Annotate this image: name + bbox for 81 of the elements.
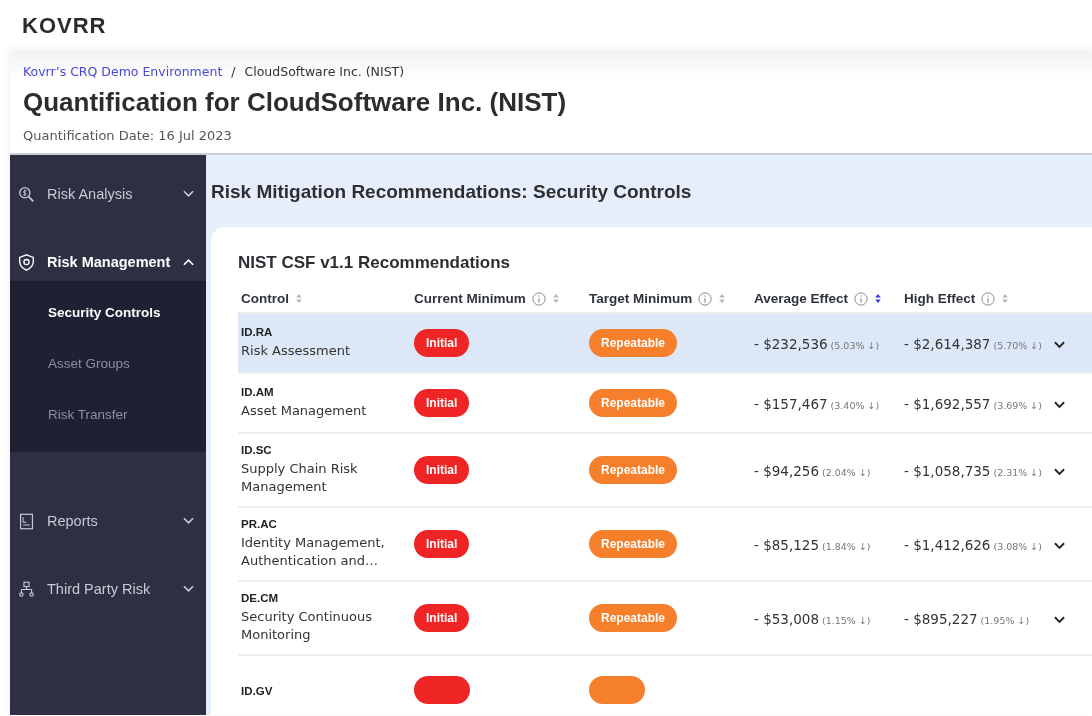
table-row[interactable]: DE.CM Security Continuous Monitoring Initial Repeatable - $53,008 (1.15% ↓) - $895,227 (1.95% ↓) (238, 582, 1092, 656)
maturity-badge: Initial (414, 456, 470, 484)
sidebar-item[interactable]: Reports (10, 502, 206, 540)
control-code: PR.AC (241, 517, 278, 530)
chevron-down-icon[interactable] (1054, 615, 1065, 624)
average-effect-value: - $157,467 (754, 395, 828, 412)
maturity-badge: Initial (414, 604, 470, 632)
network-icon (18, 580, 35, 598)
chevron-down-icon[interactable] (1054, 541, 1065, 550)
breadcrumb-separator: / (231, 64, 236, 79)
control-code: ID.SC (241, 443, 273, 456)
control-code: ID.GV (241, 684, 274, 697)
control-name: Supply Chain Risk Management (241, 459, 359, 496)
maturity-badge: Initial (414, 389, 470, 417)
high-effect-value: - $1,692,557 (904, 395, 991, 412)
column-header[interactable]: Current Minimum (414, 291, 589, 306)
average-effect-value: - $53,008 (754, 610, 819, 627)
table-row[interactable]: ID.GV (238, 656, 1092, 715)
company-logo: KOVRR (22, 13, 107, 39)
high-effect-value: - $1,412,626 (904, 536, 991, 553)
chevron-down-icon[interactable] (1054, 467, 1065, 476)
column-header[interactable]: Target Minimum (589, 291, 754, 306)
table-row[interactable]: ID.AM Asset Management Initial Repeatable - $157,467 (3.40% ↓) - $1,692,557 (3.69% ↓) (238, 374, 1092, 434)
breadcrumb-link[interactable]: Kovrr’s CRQ Demo Environment (23, 64, 223, 79)
sidebar-item[interactable]: Third Party Risk (10, 570, 206, 608)
chevron-down-icon (183, 517, 194, 525)
table-row[interactable]: PR.AC Identity Management, Authentication and… Initial Repeatable - $85,125 (1.84% ↓) - $1,412,626 (3.08% ↓) (238, 508, 1092, 582)
control-code: DE.CM (241, 591, 280, 604)
column-header[interactable]: High Effect (904, 291, 1054, 306)
chevron-up-icon (183, 258, 194, 266)
control-name: Identity Management, Authentication and… (241, 533, 386, 570)
percent-change: (1.15% ↓) (822, 614, 871, 626)
percent-change: (2.04% ↓) (822, 466, 871, 478)
chevron-down-icon (183, 190, 194, 198)
page-title: Quantification for CloudSoftware Inc. (NIST) (23, 87, 568, 118)
high-effect-value: - $2,614,387 (904, 335, 991, 352)
control-code: ID.RA (241, 325, 274, 338)
average-effect-value: - $94,256 (754, 462, 819, 479)
percent-change: (3.40% ↓) (830, 399, 880, 411)
maturity-badge: Initial (414, 530, 470, 558)
percent-change: (3.69% ↓) (993, 399, 1043, 411)
sort-icon[interactable] (874, 293, 883, 304)
control-code: ID.AM (241, 385, 275, 398)
shield-icon (18, 253, 35, 271)
sidebar-item[interactable]: Risk Analysis (10, 175, 206, 213)
maturity-badge: Repeatable (589, 389, 678, 417)
percent-change: (1.84% ↓) (822, 540, 871, 552)
high-effect-value: - $1,058,735 (904, 462, 991, 479)
maturity-badge: Initial (414, 329, 470, 357)
section-title: Risk Mitigation Recommendations: Security Controls (211, 181, 693, 203)
control-name: Risk Assessment (241, 341, 352, 360)
percent-change: (2.31% ↓) (993, 466, 1043, 478)
percent-change: (5.03% ↓) (830, 339, 880, 351)
percent-change: (3.08% ↓) (993, 540, 1043, 552)
percent-change: (1.95% ↓) (980, 614, 1030, 626)
breadcrumb-current: CloudSoftware Inc. (NIST) (244, 64, 405, 79)
maturity-badge: Repeatable (589, 530, 678, 558)
sidebar-item[interactable]: Risk Management (10, 243, 206, 281)
sidebar-subitem[interactable]: Risk Transfer (10, 389, 206, 440)
average-effect-value: - $232,536 (754, 335, 828, 352)
table-row[interactable]: ID.RA Risk Assessment Initial Repeatable - $232,536 (5.03% ↓) - $2,614,387 (5.70% ↓) (238, 314, 1092, 374)
percent-change: (5.70% ↓) (993, 339, 1043, 351)
sidebar-subitem[interactable]: Asset Groups (10, 338, 206, 389)
magnifier-dollar-icon (18, 185, 35, 203)
document-icon (18, 512, 35, 530)
chevron-down-icon (183, 585, 194, 593)
control-name: Asset Management (241, 401, 368, 420)
maturity-badge: Repeatable (589, 604, 678, 632)
sidebar-subitem[interactable]: Security Controls (10, 287, 206, 338)
column-header[interactable]: Average Effect (754, 291, 904, 306)
maturity-badge: Repeatable (589, 456, 678, 484)
chevron-down-icon[interactable] (1054, 340, 1065, 349)
chevron-down-icon[interactable] (1054, 400, 1065, 409)
table-row[interactable]: ID.SC Supply Chain Risk Management Initial Repeatable - $94,256 (2.04% ↓) - $1,058,735 (2.31% ↓) (238, 434, 1092, 508)
card-title: NIST CSF v1.1 Recommendations (238, 253, 512, 273)
control-name: Security Continuous Monitoring (241, 607, 373, 644)
maturity-badge: Repeatable (589, 329, 678, 357)
average-effect-value: - $85,125 (754, 536, 819, 553)
quantification-date: Quantification Date: 16 Jul 2023 (23, 128, 233, 143)
column-header[interactable]: Control (241, 291, 414, 306)
high-effect-value: - $895,227 (904, 610, 978, 627)
